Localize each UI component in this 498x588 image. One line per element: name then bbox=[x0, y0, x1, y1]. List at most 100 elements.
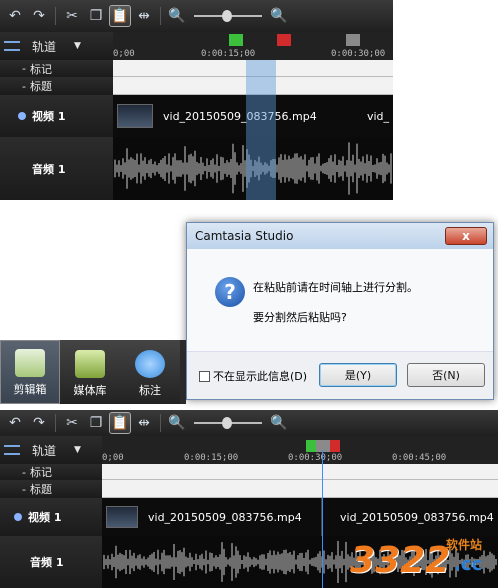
title-row-label: - 标题 bbox=[0, 480, 102, 498]
paste-icon[interactable]: 📋 bbox=[109, 412, 131, 434]
tracks-header: 轨道 ▼ bbox=[0, 436, 102, 464]
tracks-label[interactable]: 轨道 bbox=[32, 442, 56, 459]
video-track-header[interactable]: 视频 1 bbox=[0, 498, 102, 536]
marker-label: 标记 bbox=[29, 62, 52, 76]
copy-icon[interactable]: ❐ bbox=[85, 412, 107, 434]
track-dot-icon bbox=[14, 513, 22, 521]
tab-label: 媒体库 bbox=[73, 384, 107, 397]
tab-label: 剪辑箱 bbox=[13, 383, 47, 396]
tab-library[interactable]: 媒体库 bbox=[60, 340, 120, 404]
watermark-domain: .cc bbox=[454, 554, 483, 575]
clip-thumbnail bbox=[106, 506, 138, 528]
zoom-in-icon[interactable]: 🔍 bbox=[268, 5, 290, 27]
split-icon[interactable]: ⇹ bbox=[133, 5, 155, 27]
bottom-toolbar: ↶ ↷ ✂ ❐ 📋 ⇹ 🔍 🔍 bbox=[0, 410, 498, 436]
task-tabs: 剪辑箱 媒体库 标注 bbox=[0, 340, 180, 404]
title-row[interactable] bbox=[102, 480, 498, 498]
dialog-title: Camtasia Studio bbox=[195, 229, 294, 243]
tracks-header: 轨道 ▼ bbox=[0, 32, 113, 60]
clip-name: vid_20150509_083756.mp4 bbox=[340, 510, 494, 524]
watermark-number: 3322 bbox=[350, 540, 451, 581]
bottom-ruler: 0;00 0:00:15;00 0:00:30;00 0:00:45;00 bbox=[102, 436, 498, 464]
tracks-label[interactable]: 轨道 bbox=[32, 38, 56, 55]
question-icon: ? bbox=[215, 277, 245, 307]
marker-row[interactable] bbox=[102, 464, 498, 480]
ruler-tick: 0:00:30;00 bbox=[331, 49, 386, 59]
dash: - bbox=[22, 482, 26, 496]
zoom-slider-thumb[interactable] bbox=[222, 417, 232, 429]
chevron-down-icon[interactable]: ▼ bbox=[74, 41, 81, 51]
zoom-slider-thumb[interactable] bbox=[222, 10, 232, 22]
title-label: 标题 bbox=[29, 483, 52, 496]
clip-bin-icon bbox=[15, 349, 45, 377]
marker-green[interactable] bbox=[229, 34, 243, 46]
watermark-site: 软件站 bbox=[446, 538, 483, 552]
video-clip-pasted[interactable]: vid_20150509_083756.mp4 bbox=[322, 498, 498, 536]
redo-icon[interactable]: ↷ bbox=[28, 5, 50, 27]
video-track-label: 视频 1 bbox=[28, 511, 62, 524]
undo-icon[interactable]: ↶ bbox=[4, 412, 26, 434]
marker-label: 标记 bbox=[29, 466, 52, 479]
video-track-header[interactable]: 视频 1 bbox=[0, 95, 113, 137]
tab-label: 标注 bbox=[139, 384, 161, 397]
ruler-tick: 0:00:30;00 bbox=[288, 453, 343, 463]
video-track-label: 视频 1 bbox=[32, 110, 66, 123]
audio-track-label: 音频 1 bbox=[30, 556, 64, 569]
clip-name: vid_20150509_083756.mp4 bbox=[163, 109, 317, 123]
no-button[interactable]: 否(N) bbox=[407, 363, 485, 387]
chevron-down-icon[interactable]: ▼ bbox=[74, 445, 81, 455]
callout-icon bbox=[135, 350, 165, 378]
video-clip[interactable]: vid_20150509_083756.mp4 bbox=[102, 498, 322, 536]
zoom-out-icon[interactable]: 🔍 bbox=[166, 412, 188, 434]
audio-track-label: 音频 1 bbox=[32, 162, 66, 176]
tracks-menu-icon[interactable] bbox=[4, 41, 20, 51]
dialog-message: 在粘贴前请在时间轴上进行分割。 bbox=[253, 281, 418, 294]
tracks-menu-icon[interactable] bbox=[4, 445, 20, 455]
ruler-tick: 0;00 bbox=[102, 453, 124, 463]
dash: - bbox=[22, 79, 26, 93]
camtasia-dialog: Camtasia Studio x ? 在粘贴前请在时间轴上进行分割。 要分割然… bbox=[186, 222, 494, 400]
marker-gray[interactable] bbox=[346, 34, 360, 46]
audio-track-header[interactable]: 音频 1 bbox=[0, 137, 113, 200]
dialog-question: 要分割然后粘贴吗? bbox=[253, 311, 347, 324]
watermark-logo: 3322 软件站 .cc bbox=[350, 532, 496, 586]
split-icon[interactable]: ⇹ bbox=[133, 412, 155, 434]
dont-show-checkbox[interactable]: 不在显示此信息(D) bbox=[199, 368, 307, 384]
top-toolbar: ↶ ↷ ✂ ❐ 📋 ⇹ 🔍 🔍 bbox=[0, 0, 393, 32]
zoom-slider[interactable] bbox=[194, 10, 262, 22]
toolbar-separator bbox=[55, 7, 56, 25]
toolbar-separator bbox=[160, 7, 161, 25]
copy-icon[interactable]: ❐ bbox=[85, 5, 107, 27]
marker-red[interactable] bbox=[277, 34, 291, 46]
title-row-label: - 标题 bbox=[0, 77, 113, 95]
ruler-tick: 0:00:15;00 bbox=[201, 49, 256, 59]
marker-gray[interactable] bbox=[316, 440, 330, 452]
close-button[interactable]: x bbox=[445, 227, 487, 245]
marker-row-label: - 标记 bbox=[0, 464, 102, 480]
checkbox-box[interactable] bbox=[199, 370, 210, 382]
zoom-slider[interactable] bbox=[194, 417, 262, 429]
clip-name-second: vid_ bbox=[366, 109, 389, 123]
redo-icon[interactable]: ↷ bbox=[28, 412, 50, 434]
checkbox-label: 不在显示此信息(D) bbox=[213, 370, 308, 383]
ruler-tick: 0;00 bbox=[113, 49, 135, 59]
playhead-line[interactable] bbox=[322, 450, 323, 588]
marker-red[interactable] bbox=[330, 440, 340, 452]
tab-clip-bin[interactable]: 剪辑箱 bbox=[0, 340, 60, 404]
clip-thumbnail bbox=[117, 104, 153, 128]
marker-row-label: - 标记 bbox=[0, 60, 113, 77]
yes-button[interactable]: 是(Y) bbox=[319, 363, 397, 387]
top-ruler: 0;00 0:00:15;00 0:00:30;00 bbox=[113, 32, 393, 60]
toolbar-separator bbox=[160, 414, 161, 432]
zoom-in-icon[interactable]: 🔍 bbox=[268, 412, 290, 434]
paste-icon[interactable]: 📋 bbox=[109, 5, 131, 27]
audio-track-header[interactable]: 音频 1 bbox=[0, 536, 102, 588]
tab-callout[interactable]: 标注 bbox=[120, 340, 180, 404]
ruler-tick: 0:00:15;00 bbox=[184, 453, 239, 463]
marker-green[interactable] bbox=[306, 440, 316, 452]
undo-icon[interactable]: ↶ bbox=[4, 5, 26, 27]
clip-name: vid_20150509_083756.mp4 bbox=[148, 510, 302, 524]
cut-icon[interactable]: ✂ bbox=[61, 5, 83, 27]
zoom-out-icon[interactable]: 🔍 bbox=[166, 5, 188, 27]
cut-icon[interactable]: ✂ bbox=[61, 412, 83, 434]
